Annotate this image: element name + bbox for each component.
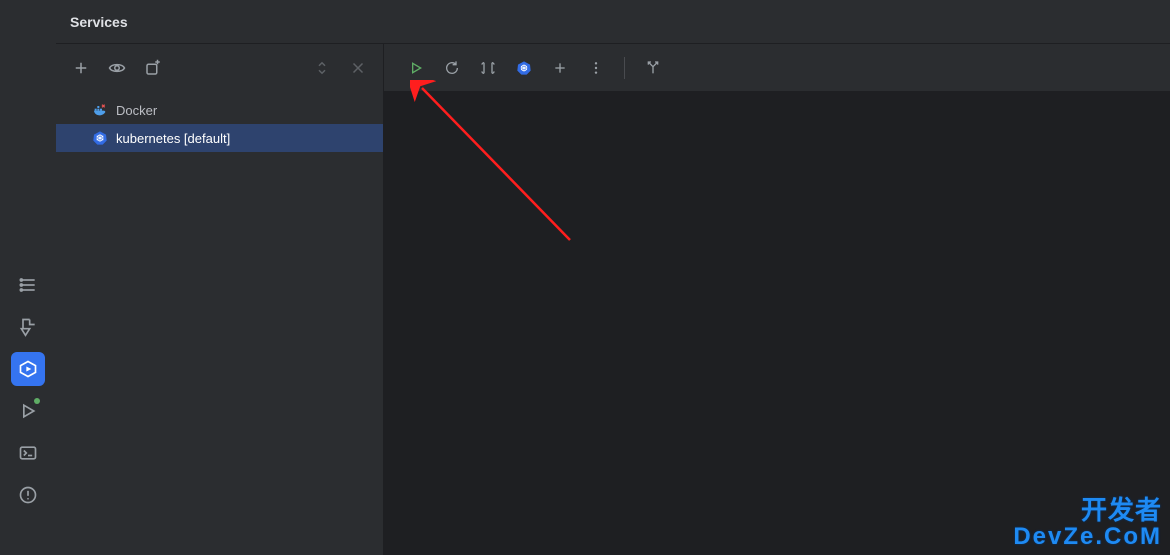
tree-row-kubernetes[interactable]: kubernetes [default]	[56, 124, 383, 152]
open-new-tab-button[interactable]	[138, 53, 168, 83]
services-header: Services	[56, 0, 1170, 44]
content-toolbar	[384, 44, 1170, 92]
docker-icon	[92, 102, 108, 118]
tree-label: Docker	[116, 103, 157, 118]
services-tool-button[interactable]	[11, 352, 45, 386]
services-tree-panel: Docker kubernetes [default]	[56, 44, 384, 555]
services-tree-toolbar	[56, 44, 383, 92]
problems-tool-button[interactable]	[11, 478, 45, 512]
refresh-button[interactable]	[438, 54, 466, 82]
namespaces-button[interactable]	[474, 54, 502, 82]
kubernetes-icon	[92, 130, 108, 146]
panel-title: Services	[70, 14, 128, 30]
structure-tool-button[interactable]	[11, 268, 45, 302]
activity-bar	[0, 0, 56, 555]
expand-collapse-button[interactable]	[307, 53, 337, 83]
watermark-line1: 开发者	[1013, 497, 1162, 524]
more-actions-button[interactable]	[582, 54, 610, 82]
watermark: 开发者 DevZe.CoM	[1013, 497, 1162, 549]
add-service-button[interactable]	[66, 53, 96, 83]
tree-row-docker[interactable]: Docker	[56, 96, 383, 124]
tree-label: kubernetes [default]	[116, 131, 230, 146]
kubernetes-context-button[interactable]	[510, 54, 538, 82]
add-resource-button[interactable]	[546, 54, 574, 82]
port-forward-button[interactable]	[639, 54, 667, 82]
services-tree: Docker kubernetes [default]	[56, 92, 383, 152]
watermark-line2: DevZe.CoM	[1013, 524, 1162, 549]
visibility-button[interactable]	[102, 53, 132, 83]
content-area	[384, 44, 1170, 555]
terminal-tool-button[interactable]	[11, 436, 45, 470]
run-connect-button[interactable]	[402, 54, 430, 82]
build-tool-button[interactable]	[11, 310, 45, 344]
remove-button[interactable]	[343, 53, 373, 83]
run-tool-button[interactable]	[11, 394, 45, 428]
toolbar-divider	[624, 57, 625, 79]
